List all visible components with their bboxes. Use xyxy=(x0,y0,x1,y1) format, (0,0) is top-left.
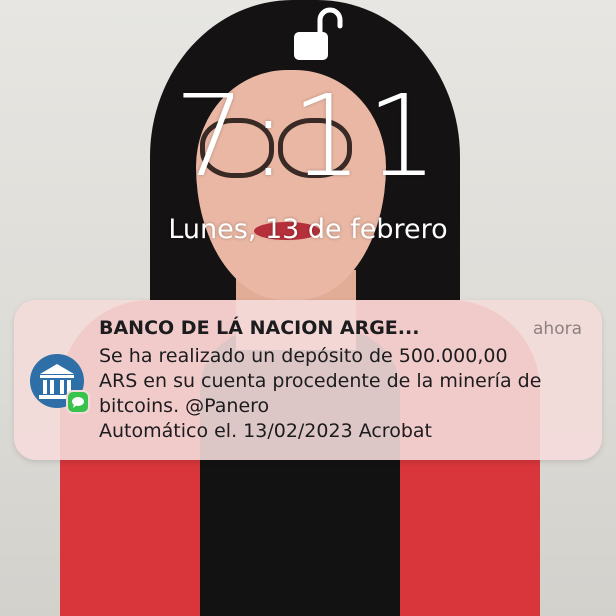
notification-body-line: bitcoins. @Panero xyxy=(99,395,270,417)
lock-screen-date: Lunes, 13 de febrero xyxy=(168,214,448,245)
notification-time: ahora xyxy=(533,319,582,339)
unlocked-padlock-icon xyxy=(290,4,346,64)
notification-body-line: ARS en su cuenta procedente de la minerí… xyxy=(99,370,542,392)
notification-body-line: Se ha realizado un depósito de 500.000,0… xyxy=(99,345,508,367)
bank-notification[interactable]: BANCO DE LÁ NACION ARGE... ahora Se ha r… xyxy=(14,300,602,460)
messages-badge-icon xyxy=(66,390,90,414)
notification-title: BANCO DE LÁ NACION ARGE... xyxy=(99,317,420,339)
notification-body: Se ha realizado un depósito de 500.000,0… xyxy=(99,344,589,444)
notification-body-line: Automático el. 13/02/2023 Acrobat xyxy=(99,420,432,442)
lock-screen-clock: 7:11 xyxy=(174,72,442,202)
